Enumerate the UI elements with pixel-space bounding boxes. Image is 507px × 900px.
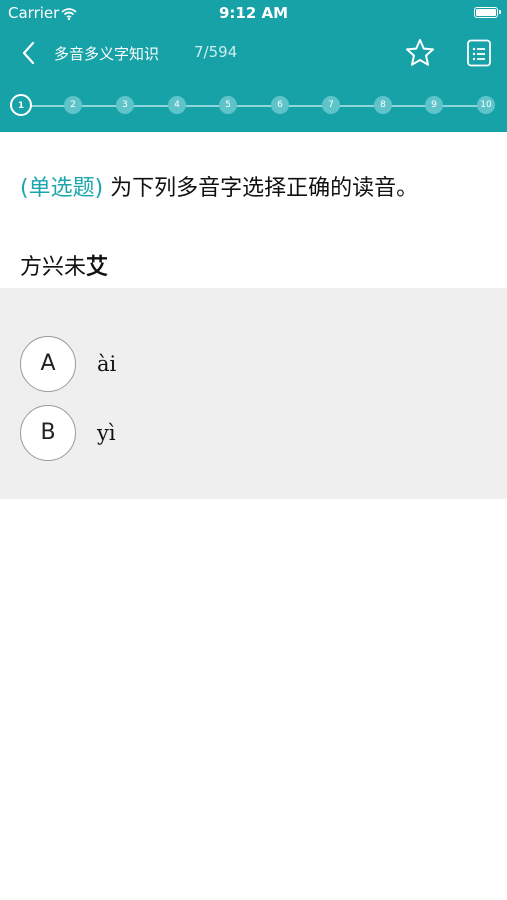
- nav-bar: 多音多义字知识 7/594: [0, 28, 507, 78]
- option-b[interactable]: B yì: [20, 405, 420, 463]
- option-letter: A: [20, 336, 76, 392]
- question-type-label: (单选题): [20, 176, 104, 201]
- progress-step[interactable]: 9: [425, 96, 443, 114]
- option-letter: B: [20, 405, 76, 461]
- list-icon: [467, 39, 491, 67]
- options-panel: A ài B yì: [0, 288, 507, 499]
- favorite-button[interactable]: [404, 37, 436, 69]
- progress-step[interactable]: 6: [271, 96, 289, 114]
- star-outline-icon: [406, 39, 434, 66]
- question-prompt: (单选题) 为下列多音字选择正确的读音。: [20, 170, 418, 202]
- counter-current: 7: [194, 43, 204, 61]
- battery-icon: [474, 7, 501, 18]
- clock: 9:12 AM: [218, 4, 289, 22]
- page-title: 多音多义字知识: [54, 45, 160, 63]
- progress-step[interactable]: 4: [168, 96, 186, 114]
- header: Carrier 9:12 AM 多音多义字知识 7/594 1 2 3 4 5 …: [0, 0, 507, 132]
- question-counter: 7/594: [194, 43, 237, 61]
- progress-step[interactable]: 5: [219, 96, 237, 114]
- stem-text: 方兴未: [20, 255, 87, 280]
- progress-line: [22, 105, 487, 107]
- counter-total: 594: [208, 43, 238, 61]
- question-progress: 1 2 3 4 5 6 7 8 9 10: [0, 78, 507, 132]
- status-bar: Carrier 9:12 AM: [0, 0, 507, 28]
- back-button[interactable]: [18, 39, 42, 67]
- chevron-left-icon: [22, 41, 35, 65]
- stem-highlight: 艾: [86, 255, 109, 280]
- answer-sheet-button[interactable]: [466, 39, 492, 67]
- question-stem: 方兴未艾: [20, 249, 108, 281]
- progress-step[interactable]: 3: [116, 96, 134, 114]
- progress-step[interactable]: 1: [10, 94, 32, 116]
- progress-step[interactable]: 10: [477, 96, 495, 114]
- progress-step[interactable]: 2: [64, 96, 82, 114]
- progress-step[interactable]: 8: [374, 96, 392, 114]
- option-text: ài: [97, 352, 117, 376]
- question-text: 为下列多音字选择正确的读音。: [110, 176, 419, 201]
- option-text: yì: [97, 421, 116, 445]
- progress-step[interactable]: 7: [322, 96, 340, 114]
- option-a[interactable]: A ài: [20, 336, 420, 394]
